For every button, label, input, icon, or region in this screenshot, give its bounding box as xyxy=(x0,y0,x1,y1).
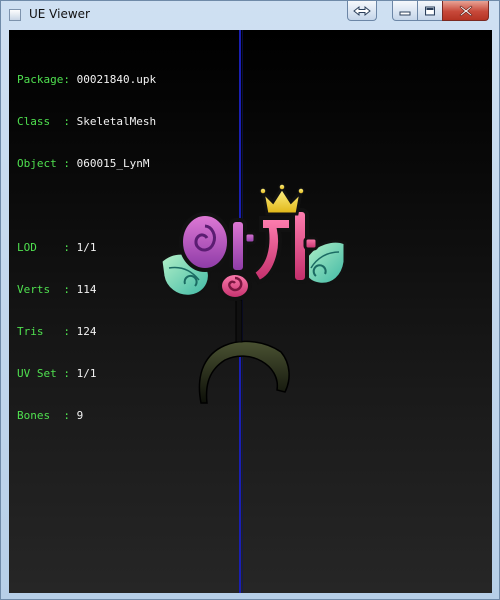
swap-arrows-icon xyxy=(353,5,371,16)
app-window: UE Viewer Package: 00021840.upk Class: … xyxy=(0,0,500,600)
app-icon xyxy=(9,9,21,21)
headband-post xyxy=(235,299,243,343)
crown xyxy=(259,183,305,216)
left-glyph xyxy=(179,212,257,274)
lower-spiral xyxy=(218,271,252,301)
maximize-button[interactable] xyxy=(417,1,443,21)
swap-button[interactable] xyxy=(347,1,377,21)
skeletal-mesh-render xyxy=(159,183,347,404)
headband-shape xyxy=(198,340,290,404)
close-icon xyxy=(459,5,472,16)
3d-viewport[interactable]: Package: 00021840.upk Class : SkeletalMe… xyxy=(9,30,492,593)
minimize-button[interactable] xyxy=(392,1,418,21)
maximize-icon xyxy=(425,6,435,15)
right-glyph xyxy=(250,208,319,285)
title-bar[interactable]: UE Viewer xyxy=(1,1,499,29)
close-button[interactable] xyxy=(442,1,489,21)
minimize-icon xyxy=(399,11,411,15)
window-title: UE Viewer xyxy=(29,7,90,21)
